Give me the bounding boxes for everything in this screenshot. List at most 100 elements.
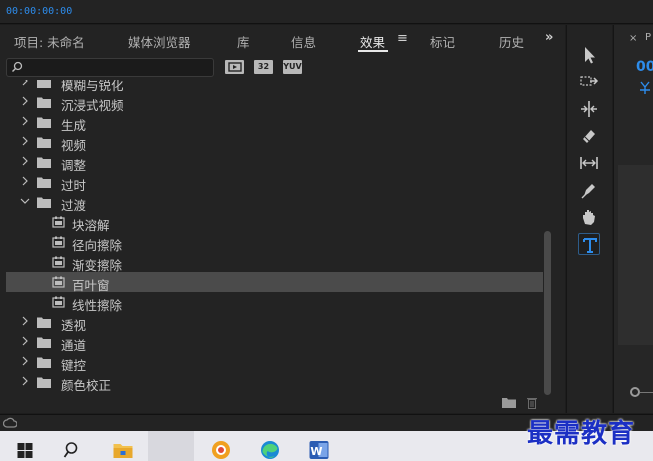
tree-row-label: 颜色校正 [61, 378, 112, 393]
panel-tabs: 项目: 未命名 媒体浏览器 库 信息 效果 标记 历史 [0, 25, 565, 53]
tab-3[interactable]: 信息 [291, 32, 316, 51]
pen-tool[interactable] [578, 179, 600, 201]
tree-effect-row[interactable]: 径向擦除 [6, 232, 543, 253]
search-icon [63, 442, 78, 458]
new-bin-icon[interactable] [502, 397, 516, 408]
accelerated-effects-filter[interactable] [225, 60, 244, 74]
effects-tree: 模糊与锐化 沉浸式视频 生成 视频 调整 过时 过渡 块溶解 径向擦除 渐变擦除 百叶窗 线性擦除 透视… [6, 80, 545, 393]
selection-tool[interactable] [578, 44, 600, 66]
32bit-filter[interactable]: 32 [254, 60, 273, 74]
folder-icon [37, 197, 51, 208]
hand-tool[interactable] [578, 206, 600, 228]
razor-tool[interactable] [578, 125, 600, 147]
start-button[interactable] [12, 438, 38, 461]
chevron-right-icon[interactable] [20, 135, 30, 147]
active-tab-underline [358, 50, 388, 52]
track-select-forward-tool[interactable] [578, 71, 600, 93]
video-transition-icon [52, 296, 65, 308]
chevron-right-icon[interactable] [20, 375, 30, 387]
tree-effect-row[interactable]: 渐变擦除 [6, 252, 543, 273]
tree-effect-row[interactable]: 块溶解 [6, 212, 543, 233]
ripple-icon [581, 101, 597, 117]
tree-folder-row[interactable]: 通道 [6, 332, 543, 353]
tree-folder-row[interactable]: 颜色校正 [6, 372, 543, 393]
slip-tool[interactable] [578, 152, 600, 174]
file-explorer[interactable] [110, 438, 136, 461]
chevron-right-icon[interactable] [20, 315, 30, 327]
folder-icon [37, 157, 51, 168]
word[interactable]: W [306, 438, 332, 461]
zoom-slider-line[interactable] [640, 392, 653, 393]
folder-icon [37, 117, 51, 128]
chevron-right-icon[interactable] [20, 355, 30, 367]
tab-0[interactable]: 项目: 未命名 [14, 32, 85, 51]
razor-icon [583, 130, 595, 143]
tree-folder-row[interactable]: 键控 [6, 352, 543, 373]
zoom-slider-knob[interactable] [630, 387, 640, 397]
snap-icon[interactable] [638, 81, 652, 95]
yuv-filter[interactable]: YUV [283, 60, 302, 74]
taskbar-active-highlight [148, 431, 194, 461]
tree-folder-row[interactable]: 模糊与锐化 [6, 80, 543, 93]
chevron-down-icon[interactable] [20, 195, 30, 207]
tree-folder-row[interactable]: 沉浸式视频 [6, 92, 543, 113]
program-timecode[interactable]: 00 [636, 59, 653, 75]
track-select-icon [580, 76, 599, 86]
tree-folder-row[interactable]: 透视 [6, 312, 543, 333]
folder-icon [37, 177, 51, 188]
folder-icon [37, 97, 51, 108]
tab-6[interactable]: 历史 [499, 32, 524, 51]
edge-browser[interactable] [257, 438, 283, 461]
panel-menu-icon[interactable]: ≡ [397, 31, 408, 46]
app-orange[interactable] [208, 438, 234, 461]
chevron-right-icon[interactable] [20, 155, 30, 167]
arrow-icon [585, 47, 595, 64]
tab-2[interactable]: 库 [237, 32, 250, 51]
chevron-right-icon[interactable] [20, 115, 30, 127]
tree-folder-row[interactable]: 视频 [6, 132, 543, 153]
video-transition-icon [52, 256, 65, 268]
windows-logo [17, 443, 33, 458]
edge-icon [261, 441, 279, 459]
ripple-edit-tool[interactable] [578, 98, 600, 120]
orange-app-icon [212, 441, 230, 459]
tab-4[interactable]: 效果 [360, 32, 385, 51]
hand-icon [583, 210, 595, 225]
monitor-area[interactable] [618, 165, 653, 345]
type-tool[interactable] [578, 233, 600, 255]
effects-scrollbar-thumb[interactable] [544, 231, 551, 395]
program-timecode-bar: 00:00:00:00 [0, 0, 653, 24]
tree-effect-row[interactable]: 百叶窗 [6, 272, 543, 293]
creative-cloud-icon[interactable] [3, 417, 17, 429]
pen-icon [581, 184, 595, 199]
tabs-overflow-icon[interactable]: » [545, 30, 553, 45]
chevron-right-icon[interactable] [20, 95, 30, 107]
accelerated-effects-icon [227, 62, 242, 72]
close-panel-icon[interactable]: × [629, 33, 637, 44]
chevron-right-icon[interactable] [20, 80, 30, 87]
video-transition-icon [52, 236, 65, 248]
program-panel-title[interactable]: P [645, 32, 651, 43]
chevron-right-icon[interactable] [20, 335, 30, 347]
video-transition-icon [52, 276, 65, 288]
tab-1[interactable]: 媒体浏览器 [128, 32, 191, 51]
word-icon: W [309, 441, 329, 459]
tree-folder-row[interactable]: 过渡 [6, 192, 543, 213]
folder-icon [37, 337, 51, 348]
folder-icon [37, 317, 51, 328]
tree-folder-row[interactable]: 过时 [6, 172, 543, 193]
chevron-right-icon[interactable] [20, 175, 30, 187]
tree-folder-row[interactable]: 生成 [6, 112, 543, 133]
search-button[interactable] [60, 438, 86, 461]
tree-effect-row[interactable]: 线性擦除 [6, 292, 543, 313]
tree-folder-row[interactable]: 调整 [6, 152, 543, 173]
effects-search-input[interactable] [6, 58, 214, 77]
effects-panel: 项目: 未命名 媒体浏览器 库 信息 效果 标记 历史 ≡ » 32 YUV 模糊与锐化 沉浸式… [0, 25, 565, 413]
timecode-display[interactable]: 00:00:00:00 [6, 6, 72, 17]
tab-5[interactable]: 标记 [430, 32, 455, 51]
type-icon [583, 238, 597, 253]
effects-panel-footer [0, 393, 565, 413]
slip-icon [580, 157, 598, 169]
trash-icon[interactable] [526, 396, 538, 409]
watermark-text: 最需教育 [527, 419, 636, 449]
